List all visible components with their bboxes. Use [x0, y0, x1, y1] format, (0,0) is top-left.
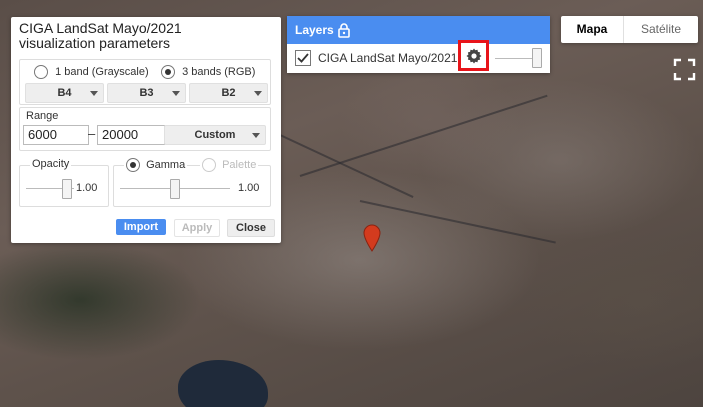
fullscreen-icon: [673, 58, 696, 81]
layers-header[interactable]: Layers: [287, 16, 550, 44]
panel-title-line2: visualization parameters: [19, 35, 170, 51]
gamma-palette-group: Gamma Palette 1.00: [113, 158, 271, 207]
opacity-slider-thumb[interactable]: [62, 179, 72, 199]
lake: [178, 360, 268, 407]
radio-gamma[interactable]: Gamma: [124, 158, 188, 172]
range-preset-select[interactable]: Custom: [164, 125, 266, 145]
radio-palette[interactable]: Palette: [200, 158, 259, 172]
close-button[interactable]: Close: [227, 219, 275, 237]
panel-title-line1: CIGA LandSat Mayo/2021: [19, 20, 182, 36]
radio-gamma-button[interactable]: [126, 158, 140, 172]
chevron-down-icon: [172, 91, 180, 96]
radio-1-band-button[interactable]: [34, 65, 48, 79]
tab-satellite[interactable]: Satélite: [624, 16, 698, 43]
band-select-blue[interactable]: B2: [189, 83, 268, 103]
panel-title: CIGA LandSat Mayo/2021 visualization par…: [19, 21, 269, 51]
range-group: Range 6000 – 20000 Custom: [19, 107, 271, 151]
band-select-blue-value: B2: [221, 87, 236, 99]
range-max-input[interactable]: 20000: [97, 125, 165, 145]
chevron-down-icon: [254, 91, 262, 96]
band-selection-group: 1 band (Grayscale) 3 bands (RGB) B4 B3 B…: [19, 59, 271, 105]
band-select-green[interactable]: B3: [107, 83, 186, 103]
radio-1-band-label: 1 band (Grayscale): [55, 65, 149, 78]
opacity-label: Opacity: [30, 158, 72, 170]
radio-palette-label: Palette: [222, 158, 257, 171]
chevron-down-icon: [252, 133, 260, 138]
opacity-value: 1.00: [76, 182, 98, 194]
radio-3-bands[interactable]: 3 bands (RGB): [161, 65, 255, 79]
radio-3-bands-label: 3 bands (RGB): [182, 65, 256, 78]
range-preset-value: Custom: [194, 129, 236, 141]
layer-opacity-slider-thumb[interactable]: [532, 48, 542, 68]
fullscreen-button[interactable]: [671, 56, 698, 83]
radio-1-band[interactable]: 1 band (Grayscale): [34, 65, 149, 79]
layer-name: CIGA LandSat Mayo/2021: [318, 51, 458, 65]
range-separator: –: [88, 126, 96, 141]
radio-3-bands-button[interactable]: [161, 65, 175, 79]
layers-panel: Layers CIGA LandSat Mayo/2021: [287, 16, 550, 73]
visualization-parameters-panel: CIGA LandSat Mayo/2021 visualization par…: [11, 17, 281, 243]
band-select-red[interactable]: B4: [25, 83, 104, 103]
lock-icon[interactable]: [337, 22, 351, 38]
range-label: Range: [26, 110, 59, 122]
layers-title: Layers: [295, 23, 334, 37]
layer-settings-button[interactable]: [458, 40, 489, 71]
apply-button[interactable]: Apply: [174, 219, 220, 237]
import-button[interactable]: Import: [116, 219, 166, 235]
tab-map[interactable]: Mapa: [561, 16, 623, 43]
opacity-group: Opacity 1.00: [19, 158, 109, 207]
chevron-down-icon: [90, 91, 98, 96]
gear-icon: [466, 48, 482, 64]
map-pin-icon[interactable]: [363, 224, 381, 252]
band-select-green-value: B3: [139, 87, 154, 99]
layer-visibility-checkbox[interactable]: [295, 50, 311, 66]
range-min-input[interactable]: 6000: [23, 125, 89, 145]
map-road: [359, 200, 556, 244]
gamma-slider-thumb[interactable]: [170, 179, 180, 199]
map-type-toggle: Mapa Satélite: [561, 16, 698, 43]
layer-row: CIGA LandSat Mayo/2021: [287, 40, 550, 73]
radio-gamma-label: Gamma: [146, 158, 186, 171]
band-select-red-value: B4: [57, 87, 72, 99]
map-road: [299, 94, 548, 177]
radio-palette-button[interactable]: [202, 158, 216, 172]
gamma-value: 1.00: [238, 182, 260, 194]
